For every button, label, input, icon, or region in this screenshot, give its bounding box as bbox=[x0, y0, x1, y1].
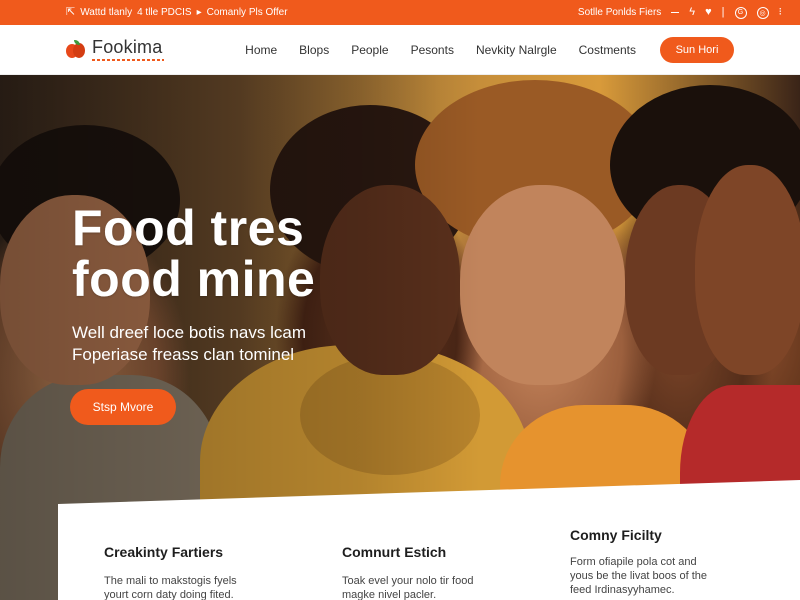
promo-text-3: Comanly Pls Offer bbox=[206, 7, 288, 18]
feature-text-line: Toak evel your nolo tir food bbox=[342, 575, 474, 587]
feather-icon[interactable]: ϟ bbox=[689, 7, 695, 18]
page: ⇱ Wattd tlanly 4 tlle PDCIS ▸ Comanly Pl… bbox=[0, 0, 800, 600]
feature-text-line: feed Irdinasyyhamec. bbox=[570, 584, 675, 596]
feature-text: Toak evel your nolo tir food magke nivel… bbox=[342, 574, 512, 600]
logo-wordmark: Fookima bbox=[92, 38, 164, 61]
nav-community[interactable]: Nevkity Nalrgle bbox=[476, 43, 557, 57]
logo-text: Fookima bbox=[92, 37, 163, 57]
promo-text-2: 4 tlle PDCIS bbox=[137, 7, 192, 18]
feature-title: Comny Ficilty bbox=[570, 527, 662, 543]
sign-in-button[interactable]: Sun Hori bbox=[660, 36, 734, 63]
feature-text-line: magke nivel pacler. bbox=[342, 589, 437, 600]
feature-text: The mali to makstogis fyels yourt corn d… bbox=[104, 574, 274, 600]
promo-bar: ⇱ Wattd tlanly 4 tlle PDCIS ▸ Comanly Pl… bbox=[0, 0, 800, 25]
promo-text-1: Wattd tlanly bbox=[80, 7, 133, 18]
promo-bar-right: Sotlle Ponlds Fiers ϟ ♥ | G ◎ ⁝ bbox=[578, 6, 783, 19]
help-icon[interactable]: ◎ bbox=[756, 6, 769, 19]
hero-subtitle: Well dreef loce botis navs lcam Foperias… bbox=[72, 322, 372, 366]
line-icon bbox=[671, 12, 680, 13]
feature-text-line: The mali to makstogis fyels bbox=[104, 575, 237, 587]
feature-card: Comny Ficilty Form ofiapile pola cot and… bbox=[570, 527, 740, 597]
share-icon[interactable]: ⇱ bbox=[66, 7, 75, 18]
nav-people[interactable]: People bbox=[351, 43, 388, 57]
feature-text-line: Form ofiapile pola cot and bbox=[570, 556, 697, 568]
hero-title-line-2: food mine bbox=[72, 251, 316, 307]
nav-comments[interactable]: Costments bbox=[579, 43, 636, 57]
feature-card: Creakinty Fartiers The mali to makstogis… bbox=[104, 544, 274, 600]
feature-card: Comnurt Estich Toak evel your nolo tir f… bbox=[342, 544, 512, 600]
hero-cta-button[interactable]: Stsp Mvore bbox=[70, 389, 176, 425]
hero-title: Food tres food mine bbox=[72, 203, 432, 305]
promo-separator: ▸ bbox=[196, 7, 202, 18]
main-nav: Home Blops People Pesonts Nevkity Nalrgl… bbox=[245, 43, 636, 57]
hero-title-line-1: Food tres bbox=[72, 200, 305, 256]
feature-text-line: yourt corn daty doing fited. bbox=[104, 589, 234, 600]
site-header: Fookima Home Blops People Pesonts Nevkit… bbox=[0, 25, 800, 75]
feature-text-line: yous be the livat boos of the bbox=[570, 570, 707, 582]
logo[interactable]: Fookima bbox=[66, 38, 164, 61]
topbar-link[interactable]: Sotlle Ponlds Fiers bbox=[578, 7, 661, 18]
google-icon[interactable]: G bbox=[734, 6, 747, 19]
hero-subtitle-line-2: Foperiase freass clan tominel bbox=[72, 345, 295, 364]
tomato-logo-icon bbox=[66, 39, 86, 60]
nav-blogs[interactable]: Blops bbox=[299, 43, 329, 57]
twitter-icon[interactable]: ♥ bbox=[705, 7, 712, 18]
feature-title: Comnurt Estich bbox=[342, 544, 447, 560]
nav-events[interactable]: Pesonts bbox=[411, 43, 454, 57]
more-icon[interactable]: ⁝ bbox=[779, 7, 783, 18]
logo-tagline-line bbox=[92, 59, 164, 61]
promo-bar-left: ⇱ Wattd tlanly 4 tlle PDCIS ▸ Comanly Pl… bbox=[66, 7, 288, 19]
nav-home[interactable]: Home bbox=[245, 43, 277, 57]
feature-text: Form ofiapile pola cot and yous be the l… bbox=[570, 555, 740, 597]
feature-title: Creakinty Fartiers bbox=[104, 544, 224, 560]
hero-subtitle-line-1: Well dreef loce botis navs lcam bbox=[72, 323, 307, 342]
divider-icon: | bbox=[721, 6, 725, 18]
